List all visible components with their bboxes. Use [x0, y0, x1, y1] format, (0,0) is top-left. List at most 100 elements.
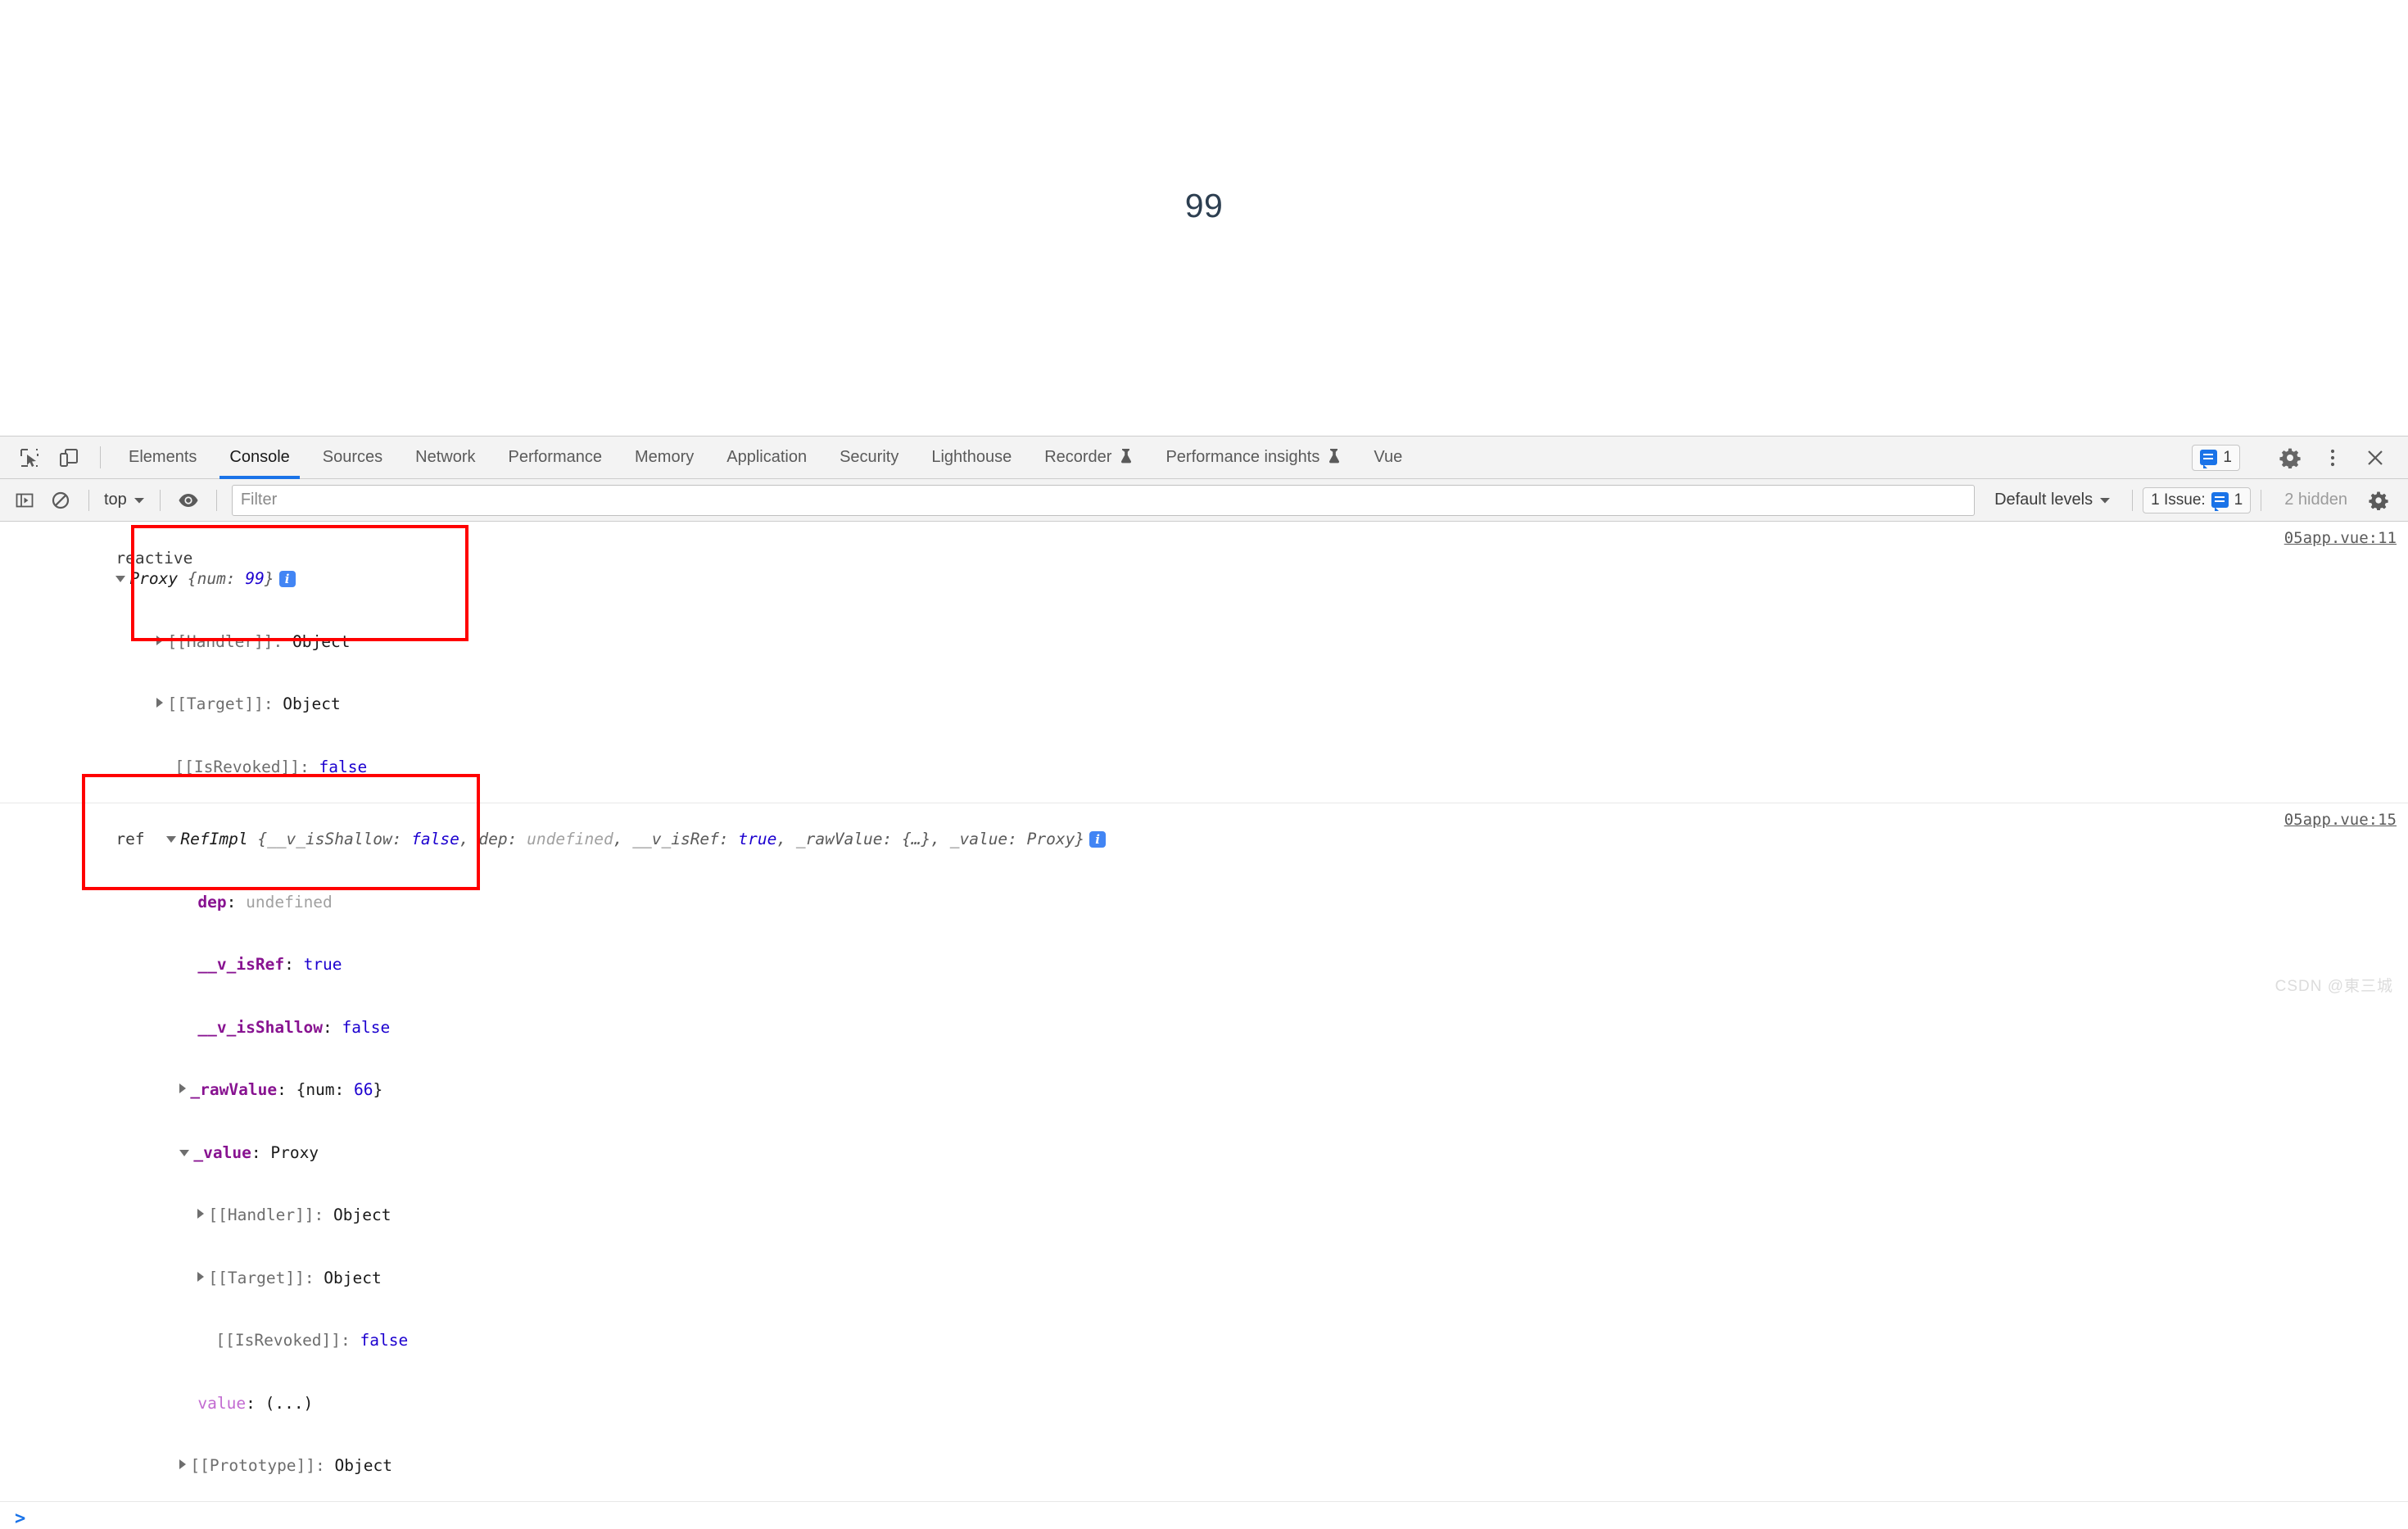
inspect-element-icon[interactable]: [10, 437, 49, 478]
object-class-name: Proxy: [129, 569, 178, 588]
object-property-row[interactable]: [[Handler]]: Object: [20, 1184, 2187, 1247]
console-toolbar: top Default levels 1 Issue: [0, 479, 2408, 522]
console-toolbar-right: Default levels 1 Issue: 1 2 hidden: [1983, 482, 2408, 518]
object-header-row[interactable]: reactive Proxy {num: 99}i: [20, 527, 2187, 610]
property-value: Object: [283, 694, 340, 713]
console-sidebar-icon[interactable]: [7, 482, 43, 518]
tab-performance-insights[interactable]: Performance insights: [1149, 437, 1357, 478]
property-key: [[Handler]]: [167, 632, 273, 651]
disclosure-triangle-open-icon[interactable]: [166, 836, 176, 843]
object-property-row[interactable]: [[Target]]: Object: [20, 1246, 2187, 1310]
property-value: Object: [335, 1456, 392, 1475]
object-class-name: RefImpl: [180, 830, 247, 848]
issue-message-icon: [2200, 450, 2217, 465]
preview-key: _rawValue: [796, 830, 883, 848]
disclosure-triangle-open-icon[interactable]: [179, 1150, 189, 1156]
toolbar-divider: [88, 490, 89, 511]
preview-value: false: [411, 830, 459, 848]
object-property-row: dep: undefined: [20, 871, 2187, 934]
tab-console[interactable]: Console: [213, 437, 306, 478]
disclosure-triangle-closed-icon[interactable]: [156, 636, 163, 645]
info-badge-icon[interactable]: i: [1089, 831, 1106, 848]
source-link[interactable]: 05app.vue:11: [2284, 528, 2397, 550]
log-levels-label: Default levels: [1994, 491, 2093, 509]
preview-value: 66: [354, 1080, 373, 1099]
property-key: [[IsRevoked]]: [215, 1331, 341, 1350]
console-message-label: reactive: [115, 548, 166, 569]
chevron-down-icon: [2099, 496, 2111, 504]
tab-elements[interactable]: Elements: [112, 437, 213, 478]
console-filter-input[interactable]: [232, 485, 1975, 516]
disclosure-triangle-closed-icon[interactable]: [156, 698, 163, 708]
tab-memory[interactable]: Memory: [618, 437, 710, 478]
issues-counter-button[interactable]: 1: [2192, 445, 2240, 471]
object-property-row[interactable]: [[Target]]: Object: [20, 673, 2187, 736]
preview-key: num: [306, 1080, 334, 1099]
device-toolbar-icon[interactable]: [49, 437, 88, 478]
tab-vue[interactable]: Vue: [1357, 437, 1419, 478]
live-expression-eye-icon[interactable]: [170, 482, 206, 518]
object-property-row[interactable]: [[Prototype]]: Object: [20, 1435, 2187, 1498]
property-value: false: [319, 758, 368, 776]
source-link[interactable]: 05app.vue:15: [2284, 810, 2397, 831]
console-issues-button[interactable]: 1 Issue: 1: [2143, 487, 2251, 513]
clear-console-icon[interactable]: [43, 482, 79, 518]
disclosure-triangle-closed-icon[interactable]: [197, 1209, 204, 1219]
gear-icon[interactable]: [2270, 447, 2310, 468]
kebab-menu-icon[interactable]: [2313, 447, 2352, 468]
beaker-icon: [1327, 447, 1341, 468]
log-levels-dropdown[interactable]: Default levels: [1983, 491, 2122, 509]
property-value: false: [342, 1018, 391, 1037]
preview-value: Proxy: [1027, 830, 1075, 848]
issues-count: 1: [2223, 449, 2232, 467]
page-rendered-number: 99: [0, 187, 2408, 225]
tab-performance[interactable]: Performance: [492, 437, 619, 478]
tab-recorder[interactable]: Recorder: [1028, 437, 1149, 478]
execution-context-selector[interactable]: top: [99, 491, 150, 509]
watermark: CSDN @東三城: [2275, 974, 2393, 996]
tab-label: Console: [229, 448, 289, 467]
web-page-viewport: 99: [0, 0, 2408, 436]
object-property-row[interactable]: [[Handler]]: Object: [20, 610, 2187, 673]
property-value[interactable]: (...): [265, 1394, 314, 1413]
tab-security[interactable]: Security: [823, 437, 915, 478]
property-value: Proxy: [270, 1143, 319, 1162]
disclosure-triangle-closed-icon[interactable]: [197, 1272, 204, 1282]
tab-label: Performance insights: [1166, 448, 1319, 467]
object-property-row[interactable]: _value: Proxy: [20, 1121, 2187, 1184]
console-message-list: 05app.vue:11 reactive Proxy {num: 99}i […: [0, 522, 2408, 1528]
info-badge-icon[interactable]: i: [279, 571, 296, 587]
object-preview-text: {: [188, 569, 197, 588]
preview-key: num: [197, 569, 226, 588]
property-key: __v_isShallow: [197, 1018, 323, 1037]
tabstrip-divider: [100, 446, 101, 468]
accessor-property-row[interactable]: value: (...): [20, 1372, 2187, 1435]
object-property-row: [[IsRevoked]]: false: [20, 735, 2187, 798]
console-message-body: reactive Proxy {num: 99}i [[Handler]]: O…: [0, 527, 2408, 798]
close-icon[interactable]: [2356, 448, 2395, 468]
property-key: __v_isRef: [197, 955, 284, 974]
disclosure-triangle-open-icon[interactable]: [115, 576, 125, 582]
object-preview: [178, 569, 188, 588]
object-property-row: [[IsRevoked]]: false: [20, 1310, 2187, 1373]
tab-application[interactable]: Application: [710, 437, 823, 478]
preview-value: true: [738, 830, 776, 848]
preview-value: {…}: [902, 830, 930, 848]
console-settings-gear-icon[interactable]: [2360, 482, 2397, 518]
tab-lighthouse[interactable]: Lighthouse: [915, 437, 1028, 478]
toolbar-divider: [160, 490, 161, 511]
preview-value: undefined: [527, 830, 613, 848]
tab-label: Lighthouse: [931, 448, 1012, 467]
object-property-row[interactable]: _rawValue: {num: 66}: [20, 1059, 2187, 1122]
console-message-body: refRefImpl {__v_isShallow: false, dep: u…: [0, 808, 2408, 1498]
tab-network[interactable]: Network: [399, 437, 491, 478]
object-header-row[interactable]: refRefImpl {__v_isShallow: false, dep: u…: [20, 808, 2187, 871]
hidden-messages-label[interactable]: 2 hidden: [2271, 491, 2360, 509]
console-message-ref: 05app.vue:15 refRefImpl {__v_isShallow: …: [0, 803, 2408, 1503]
tab-sources[interactable]: Sources: [306, 437, 399, 478]
tab-label: Vue: [1374, 448, 1402, 467]
object-property-row: __v_isRef: true: [20, 934, 2187, 997]
disclosure-triangle-closed-icon[interactable]: [179, 1459, 186, 1469]
disclosure-triangle-closed-icon[interactable]: [179, 1083, 186, 1093]
console-prompt-row[interactable]: >: [0, 1502, 2408, 1528]
